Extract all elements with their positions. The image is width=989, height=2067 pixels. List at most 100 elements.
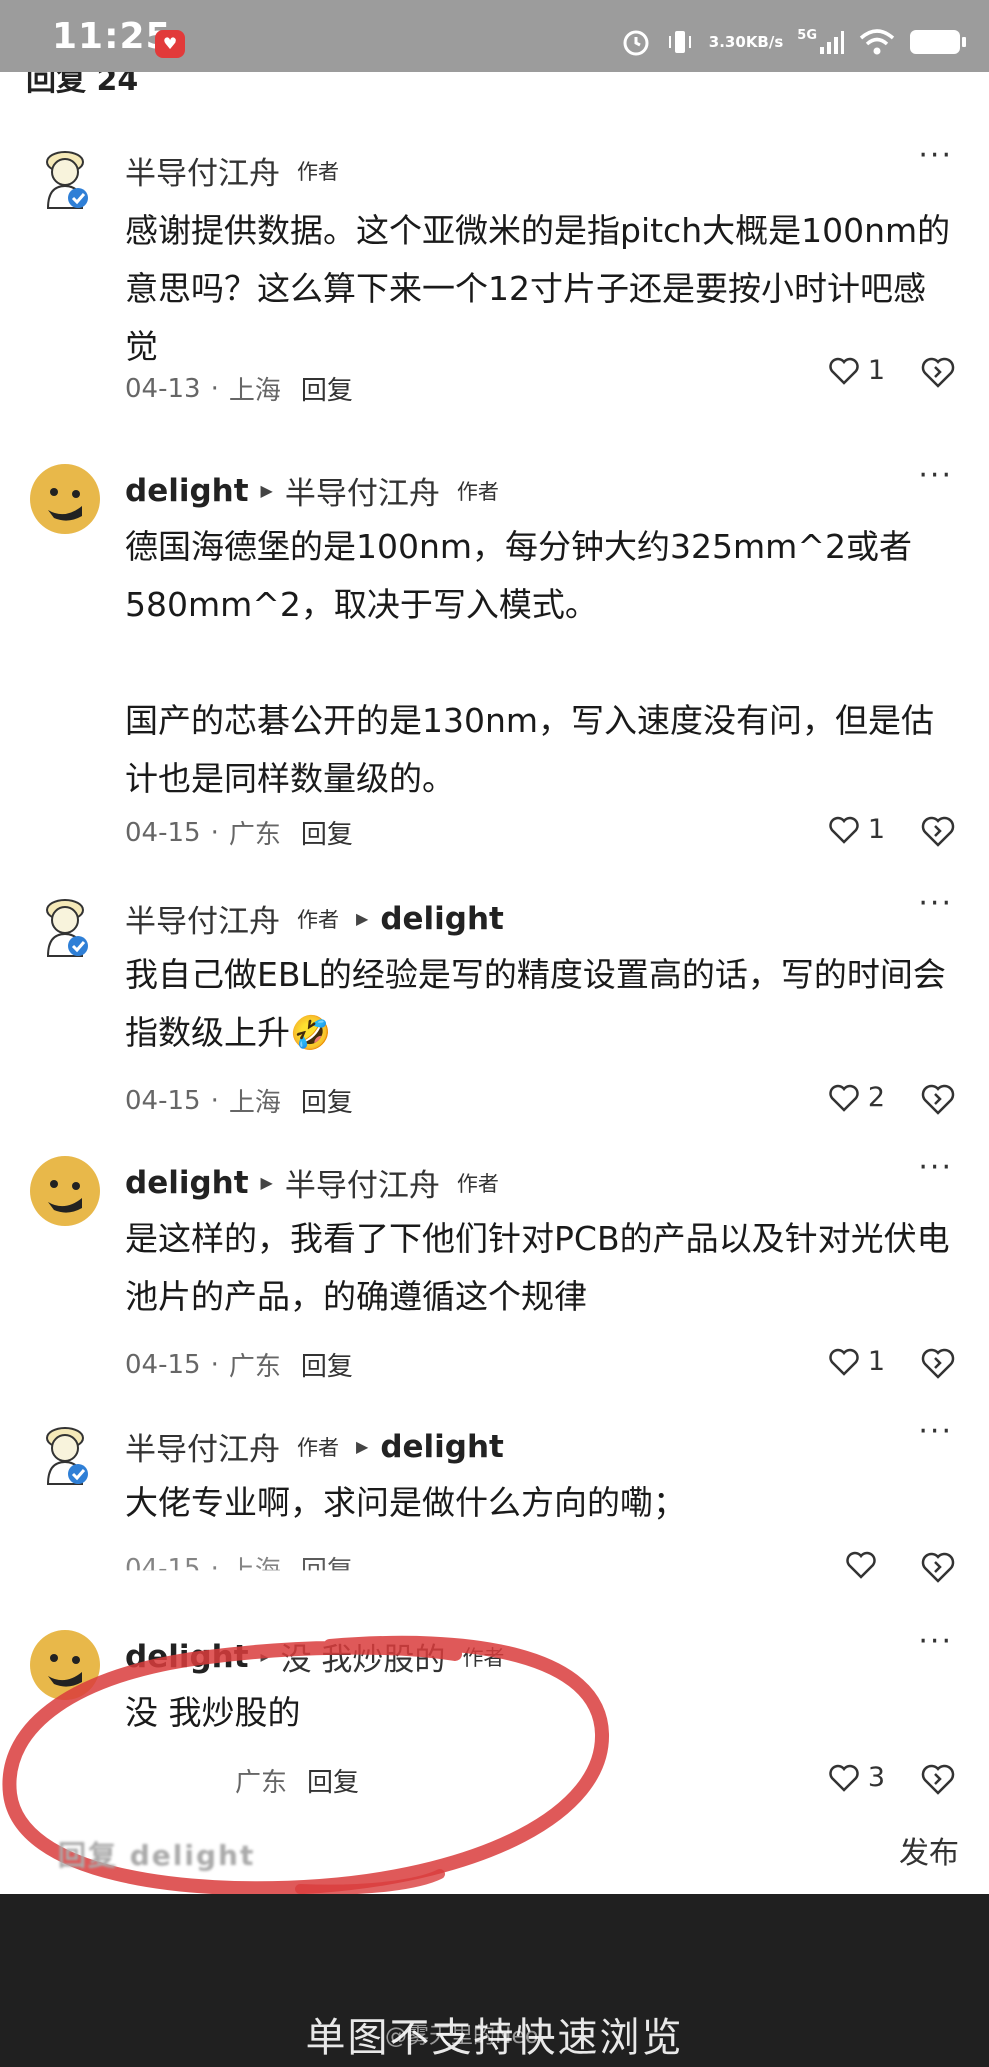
reply-arrow-icon: ▶ [260, 481, 273, 500]
author-badge: 作者 [297, 907, 339, 932]
reply-target-name[interactable]: 没 我炒股的 [281, 1634, 446, 1679]
comment-body: 没 我炒股的 [125, 1684, 955, 1742]
more-options-icon[interactable]: ··· [918, 889, 953, 919]
reply-arrow-icon: ▶ [260, 1173, 273, 1192]
user-avatar-icon[interactable] [28, 1154, 102, 1228]
comment-location: 广东 [228, 820, 281, 850]
reply-input-bar: 回复 delight 发布 [0, 1820, 989, 1890]
reply-button[interactable]: 回复 [301, 814, 353, 851]
comment-meta: 04-15 · 上海 回复 [125, 1550, 353, 1586]
commenter-name[interactable]: 半导付江舟 [125, 1424, 280, 1469]
publish-button[interactable]: 发布 [899, 1828, 959, 1872]
like-count: 3 [867, 1762, 885, 1793]
like-count: 1 [867, 1346, 885, 1377]
comment-text: 国产的芯碁公开的是130nm，写入速度没有问，但是估计也是同样数量级的。 [125, 701, 935, 798]
reply-button[interactable]: 回复 [301, 1082, 353, 1119]
user-avatar-icon[interactable] [28, 1418, 102, 1492]
user-avatar-icon[interactable] [28, 142, 102, 216]
comment-location: 上海 [228, 1556, 281, 1586]
commenter-name[interactable]: delight [125, 1639, 249, 1675]
wifi-icon [859, 28, 895, 56]
comment-header: 半导付江舟 作者 [125, 148, 344, 193]
more-options-icon[interactable]: ··· [918, 1627, 953, 1657]
comment-header: 半导付江舟 作者 ▶ delight [125, 896, 504, 941]
like-button[interactable]: 1 [828, 1346, 885, 1377]
comment-date: 04-15 [125, 817, 201, 848]
comment-body: 是这样的，我看了下他们针对PCB的产品以及针对光伏电池片的产品，的确遵循这个规律 [125, 1210, 955, 1326]
network-type: 5G [797, 27, 817, 43]
dislike-icon[interactable] [921, 355, 955, 389]
reply-arrow-icon: ▶ [356, 909, 369, 928]
comment-meta: 04-15 · 广东 回复 [125, 1346, 353, 1383]
heart-icon [829, 357, 859, 385]
comment-thread: 回复 24 半导付江舟 作者 ··· 感谢提供数据。这个亚微米的是指pitch大… [0, 72, 989, 1894]
author-badge: 作者 [456, 479, 499, 504]
screenshot-frame: 11:25 ♥ 3.30 KB/s 5G 回复 24 半导付江舟 作者 ··· … [0, 0, 989, 2067]
reply-input[interactable]: 回复 delight [58, 1834, 255, 1874]
battery-icon [909, 27, 967, 57]
user-avatar-icon[interactable] [28, 890, 102, 964]
comment-meta: 广东 回复 [125, 1762, 359, 1799]
status-icons: 3.30 KB/s 5G [621, 22, 967, 62]
reply-target-name[interactable]: 半导付江舟 [285, 1160, 440, 1205]
comment-body: 感谢提供数据。这个亚微米的是指pitch大概是100nm的意思吗？这么算下来一个… [125, 202, 955, 376]
like-count: 2 [867, 1082, 885, 1113]
network-speed: 3.30 KB/s [709, 34, 783, 50]
like-button[interactable] [845, 1550, 885, 1580]
app-notification-icon: ♥ [155, 30, 185, 58]
reply-button[interactable]: 回复 [301, 1550, 353, 1570]
reply-button[interactable]: 回复 [307, 1762, 359, 1799]
like-button[interactable]: 2 [828, 1082, 885, 1113]
heart-icon [846, 1551, 876, 1579]
comment-text: 没 我炒股的 [125, 1693, 301, 1732]
comment-header: delight ▶ 半导付江舟 作者 [125, 1160, 504, 1205]
comment-text: 大佬专业啊，求问是做什么方向的嘞； [125, 1483, 686, 1522]
comment-date: 04-15 [125, 1085, 201, 1116]
heart-icon [829, 1348, 859, 1376]
comment-header: 半导付江舟 作者 ▶ delight [125, 1424, 504, 1469]
user-avatar-icon[interactable] [28, 1628, 102, 1702]
more-options-icon[interactable]: ··· [918, 1417, 953, 1447]
commenter-name[interactable]: 半导付江舟 [125, 896, 280, 941]
commenter-name[interactable]: delight [125, 1165, 249, 1201]
dislike-icon[interactable] [921, 1550, 955, 1584]
comment-meta: 04-15 · 上海 回复 [125, 1082, 353, 1119]
like-count: 1 [867, 814, 885, 845]
comment-text: 是这样的，我看了下他们针对PCB的产品以及针对光伏电池片的产品，的确遵循这个规律 [125, 1219, 950, 1316]
reply-target-name[interactable]: delight [380, 1429, 504, 1465]
reply-button[interactable]: 回复 [301, 1346, 353, 1383]
status-bar: 11:25 ♥ 3.30 KB/s 5G [0, 0, 989, 82]
comment-body: 德国海德堡的是100nm，每分钟大约325mm^2或者580mm^2，取决于写入… [125, 518, 955, 808]
reply-target-name[interactable]: 半导付江舟 [285, 468, 440, 513]
comment-text: 德国海德堡的是100nm，每分钟大约325mm^2或者580mm^2，取决于写入… [125, 527, 912, 624]
cellular-signal-icon: 5G [797, 27, 845, 55]
reply-target-name[interactable]: delight [380, 901, 504, 937]
reply-arrow-icon: ▶ [356, 1437, 369, 1456]
dislike-icon[interactable] [921, 1346, 955, 1380]
author-badge: 作者 [297, 159, 339, 184]
dislike-icon[interactable] [921, 1762, 955, 1796]
reply-button[interactable]: 回复 [301, 370, 353, 407]
like-button[interactable]: 3 [828, 1762, 885, 1793]
dislike-icon[interactable] [921, 814, 955, 848]
commenter-name[interactable]: delight [125, 473, 249, 509]
like-button[interactable]: 1 [828, 355, 885, 386]
more-options-icon[interactable]: ··· [918, 461, 953, 491]
comment-location: 上海 [228, 1088, 281, 1118]
comment-text [125, 634, 955, 692]
heart-icon [829, 1764, 859, 1792]
heart-icon [829, 816, 859, 844]
more-options-icon[interactable]: ··· [918, 1153, 953, 1183]
like-button[interactable]: 1 [828, 814, 885, 845]
author-badge: 作者 [297, 1435, 339, 1460]
user-avatar-icon[interactable] [28, 462, 102, 536]
reply-arrow-icon: ▸ [260, 1647, 269, 1666]
more-options-icon[interactable]: ··· [918, 141, 953, 171]
comment-body: 大佬专业啊，求问是做什么方向的嘞； [125, 1474, 955, 1532]
commenter-name[interactable]: 半导付江舟 [125, 148, 280, 193]
dislike-icon[interactable] [921, 1082, 955, 1116]
heart-icon [829, 1084, 859, 1112]
comment-location: 广东 [235, 1768, 288, 1798]
watermark: @雾天里的Neo [385, 2024, 539, 2049]
like-count: 1 [867, 355, 885, 386]
